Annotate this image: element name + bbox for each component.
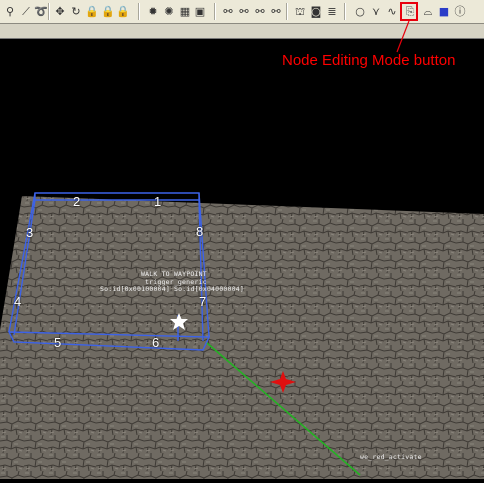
viewport-canvas	[0, 192, 484, 479]
stone-floor	[0, 196, 484, 479]
corner-number-2: 2	[73, 194, 81, 209]
corner-number-4: 4	[14, 294, 22, 309]
target-entity-label: we_red_activate	[360, 453, 422, 461]
corner-number-7: 7	[199, 294, 207, 309]
corner-number-5: 5	[54, 335, 62, 350]
3d-viewport[interactable]: 1 2 3 4 5 6 7 8 WALK TO WAYPOINT trigger…	[0, 39, 484, 479]
corner-number-1: 1	[154, 194, 162, 209]
entity-label-ids: So:id[0x00100004] So:id[0x04000004]	[100, 285, 244, 293]
callout-leader-line	[396, 20, 410, 53]
corner-number-3: 3	[26, 225, 34, 240]
callout-label: Node Editing Mode button	[282, 52, 456, 69]
entity-label-title: WALK TO WAYPOINT	[141, 270, 207, 278]
corner-number-8: 8	[196, 224, 204, 239]
corner-number-6: 6	[152, 335, 160, 350]
